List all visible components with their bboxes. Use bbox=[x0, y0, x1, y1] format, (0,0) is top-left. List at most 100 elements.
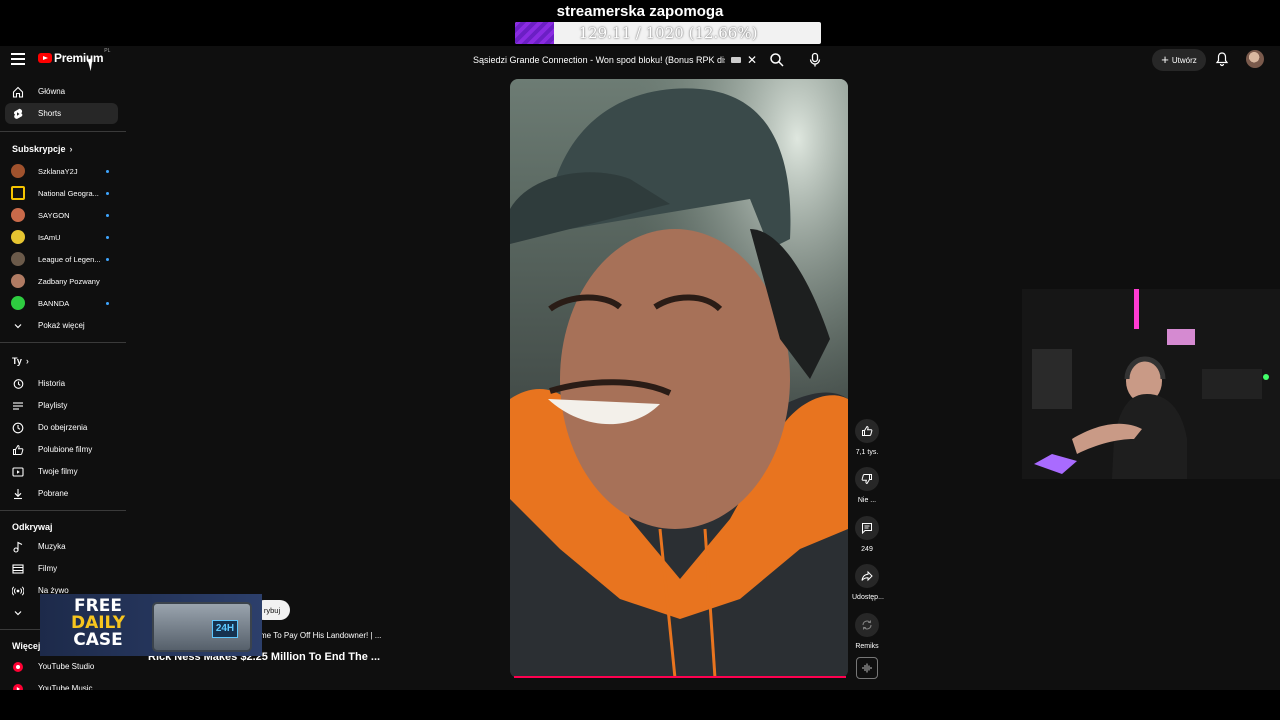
streamer-webcam bbox=[1022, 289, 1280, 479]
case-banner-text: FREE DAILY CASE bbox=[70, 596, 126, 650]
search-button[interactable] bbox=[768, 51, 786, 69]
sidebar-subscription[interactable]: Zadbany Pozwany bbox=[5, 271, 118, 291]
sidebar-item-music[interactable]: Muzyka bbox=[5, 536, 118, 557]
chevron-down-icon bbox=[11, 606, 25, 620]
new-content-dot bbox=[106, 213, 109, 217]
sound-thumbnail-button[interactable] bbox=[856, 657, 878, 679]
yt-studio-icon bbox=[11, 660, 25, 674]
remix-button[interactable]: Remiks bbox=[852, 613, 882, 650]
explore-heading: Odkrywaj bbox=[12, 522, 53, 532]
hamburger-menu-icon[interactable] bbox=[11, 53, 25, 65]
comment-count: 249 bbox=[861, 546, 873, 553]
search-input[interactable]: Sąsiedzi Grande Connection - Won spod bl… bbox=[463, 49, 765, 71]
channel-avatar bbox=[11, 164, 25, 178]
subscriptions-heading[interactable]: Subskrypcje › bbox=[12, 144, 73, 154]
movies-icon bbox=[11, 562, 25, 576]
you-heading[interactable]: Ty › bbox=[12, 356, 29, 366]
new-content-dot bbox=[106, 257, 109, 261]
share-label: Udostęp... bbox=[852, 594, 884, 601]
sidebar-item-shorts[interactable]: Shorts bbox=[5, 103, 118, 124]
thumb-up-icon bbox=[855, 419, 879, 443]
chevron-down-icon bbox=[11, 319, 25, 333]
shorts-video-player[interactable] bbox=[510, 79, 848, 678]
youtube-window: Premium PL Sąsiedzi Grande Connection - … bbox=[0, 46, 1280, 694]
related-video-title[interactable]: me To Pay Off His Landowner! | ... bbox=[260, 631, 381, 640]
new-content-dot bbox=[106, 301, 109, 305]
notifications-bell-icon[interactable] bbox=[1214, 51, 1230, 67]
sidebar-item-watch-later[interactable]: Do obejrzenia bbox=[5, 417, 118, 438]
live-icon bbox=[11, 584, 25, 598]
channel-avatar bbox=[11, 186, 25, 200]
watch-later-icon bbox=[11, 421, 25, 435]
channel-avatar bbox=[11, 230, 25, 244]
sidebar-subscription[interactable]: SzklanaY2J bbox=[5, 161, 118, 181]
goal-progress-bar: 129.11 / 1020 (12.66%) bbox=[515, 22, 821, 44]
remix-label: Remiks bbox=[855, 643, 879, 650]
bottom-black-strip bbox=[0, 690, 1280, 720]
account-avatar[interactable] bbox=[1246, 50, 1264, 68]
music-icon bbox=[11, 540, 25, 554]
remix-icon bbox=[855, 613, 879, 637]
plus-icon: + bbox=[1161, 52, 1169, 67]
voice-search-button[interactable] bbox=[806, 51, 824, 69]
microphone-icon bbox=[809, 52, 821, 67]
share-button[interactable]: Udostęp... bbox=[852, 564, 884, 601]
case-24h-badge: 24H bbox=[212, 620, 238, 638]
channel-avatar bbox=[11, 296, 25, 310]
divider bbox=[0, 510, 126, 511]
show-more-button[interactable]: Pokaż więcej bbox=[5, 315, 118, 336]
search-query[interactable]: Sąsiedzi Grande Connection - Won spod bl… bbox=[473, 55, 725, 65]
chevron-right-icon: › bbox=[25, 356, 29, 366]
sidebar-subscription[interactable]: BANNDA bbox=[5, 293, 118, 313]
audio-wave-icon bbox=[862, 663, 872, 673]
comments-button[interactable]: 249 bbox=[852, 516, 882, 553]
goal-progress-text: 129.11 / 1020 (12.66%) bbox=[578, 24, 758, 42]
sidebar-subscription[interactable]: League of Legen... bbox=[5, 249, 118, 269]
channel-avatar bbox=[11, 274, 25, 288]
like-button[interactable]: 7,1 tys. bbox=[852, 419, 882, 456]
sidebar-item-yt-studio[interactable]: YouTube Studio bbox=[5, 656, 118, 677]
youtube-premium-logo[interactable]: Premium PL bbox=[38, 48, 111, 65]
thumb-down-icon bbox=[855, 467, 879, 491]
new-content-dot bbox=[106, 191, 109, 195]
sidebar-item-liked[interactable]: Polubione filmy bbox=[5, 439, 118, 460]
stream-goal-overlay: streamerska zapomoga 129.11 / 1020 (12.6… bbox=[0, 0, 1280, 46]
sidebar-subscription[interactable]: IsAmU bbox=[5, 227, 118, 247]
new-content-dot bbox=[106, 169, 109, 173]
divider bbox=[0, 131, 126, 132]
search-icon bbox=[770, 53, 784, 67]
shorts-icon bbox=[11, 107, 25, 121]
loot-case-image: 24H bbox=[152, 602, 252, 652]
video-progress-bar[interactable] bbox=[514, 676, 846, 678]
create-button[interactable]: + Utwórz bbox=[1152, 49, 1206, 71]
goal-title: streamerska zapomoga bbox=[556, 3, 724, 20]
playlist-icon bbox=[11, 399, 25, 413]
your-videos-icon bbox=[11, 465, 25, 479]
sidebar-subscription[interactable]: SAYGON bbox=[5, 205, 118, 225]
history-icon bbox=[11, 377, 25, 391]
sidebar-item-home[interactable]: Główna bbox=[5, 81, 118, 102]
dislike-button[interactable]: Nie ... bbox=[852, 467, 882, 504]
sidebar-item-downloads[interactable]: Pobrane bbox=[5, 483, 118, 504]
dislike-label: Nie ... bbox=[857, 497, 877, 504]
logo-country: PL bbox=[104, 48, 111, 54]
new-content-dot bbox=[106, 235, 109, 239]
channel-avatar bbox=[11, 252, 25, 266]
like-count: 7,1 tys. bbox=[855, 449, 879, 456]
home-icon bbox=[11, 85, 25, 99]
share-arrow-icon bbox=[855, 564, 879, 588]
clear-search-icon[interactable]: ✕ bbox=[747, 53, 757, 67]
divider bbox=[0, 342, 126, 343]
channel-avatar bbox=[11, 208, 25, 222]
sidebar-item-movies[interactable]: Filmy bbox=[5, 558, 118, 579]
sidebar-subscription[interactable]: National Geogra... bbox=[5, 183, 118, 203]
sidebar-item-playlists[interactable]: Playlisty bbox=[5, 395, 118, 416]
video-frame-image bbox=[510, 79, 848, 678]
youtube-play-icon bbox=[38, 53, 52, 63]
sidebar-item-your-videos[interactable]: Twoje filmy bbox=[5, 461, 118, 482]
like-icon bbox=[11, 443, 25, 457]
sidebar-item-history[interactable]: Historia bbox=[5, 373, 118, 394]
more-heading: Więcej bbox=[12, 641, 41, 651]
create-label: Utwórz bbox=[1171, 55, 1197, 65]
keyboard-icon[interactable] bbox=[730, 57, 741, 63]
